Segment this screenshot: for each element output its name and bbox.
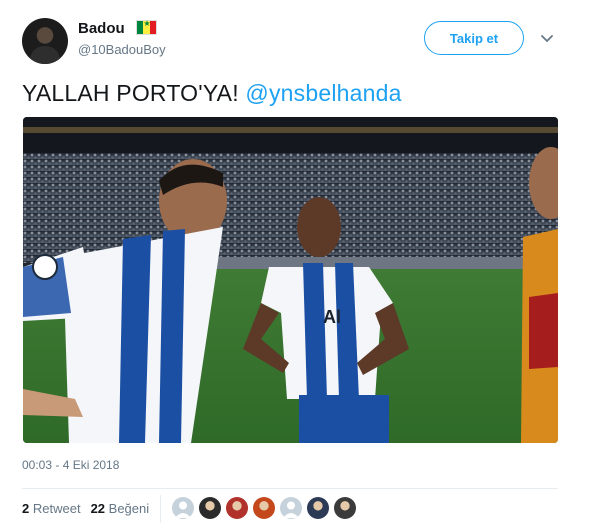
liker-avatar[interactable] <box>199 497 221 519</box>
svg-text:Al: Al <box>323 307 341 327</box>
retweet-stat[interactable]: 2 Retweet <box>22 501 81 516</box>
tweet-text: YALLAH PORTO'YA! @ynsbelhanda <box>22 80 402 107</box>
retweet-label: Retweet <box>32 501 81 516</box>
display-name[interactable]: Badou <box>78 20 125 37</box>
liker-avatar[interactable] <box>226 497 248 519</box>
avatar[interactable] <box>22 18 68 64</box>
tweet-stats: 2 Retweet 22 Beğeni <box>22 501 149 516</box>
tweet-video[interactable]: Al <box>23 117 558 443</box>
chevron-down-icon[interactable] <box>540 32 554 46</box>
tweet-timestamp[interactable]: 00:03 - 4 Eki 2018 <box>22 458 119 472</box>
follow-button[interactable]: Takip et <box>424 21 524 55</box>
like-label: Beğeni <box>108 501 150 516</box>
tweet-header: Badou @10BadouBoy Takip et <box>0 0 590 70</box>
liker-avatars <box>172 497 356 519</box>
mention-link[interactable]: @ynsbelhanda <box>245 80 401 106</box>
like-count: 22 <box>90 501 106 516</box>
liker-avatar[interactable] <box>253 497 275 519</box>
liker-avatar[interactable] <box>172 497 194 519</box>
user-handle[interactable]: @10BadouBoy <box>78 42 166 57</box>
stats-separator <box>160 495 161 523</box>
video-frame: Al <box>23 117 558 443</box>
liker-avatar[interactable] <box>334 497 356 519</box>
tweet-body: YALLAH PORTO'YA! <box>22 80 246 106</box>
like-stat[interactable]: 22 Beğeni <box>91 501 150 516</box>
retweet-count: 2 <box>22 501 30 516</box>
senegal-flag-icon <box>136 19 157 35</box>
liker-avatar[interactable] <box>307 497 329 519</box>
liker-avatar[interactable] <box>280 497 302 519</box>
divider <box>22 488 558 489</box>
